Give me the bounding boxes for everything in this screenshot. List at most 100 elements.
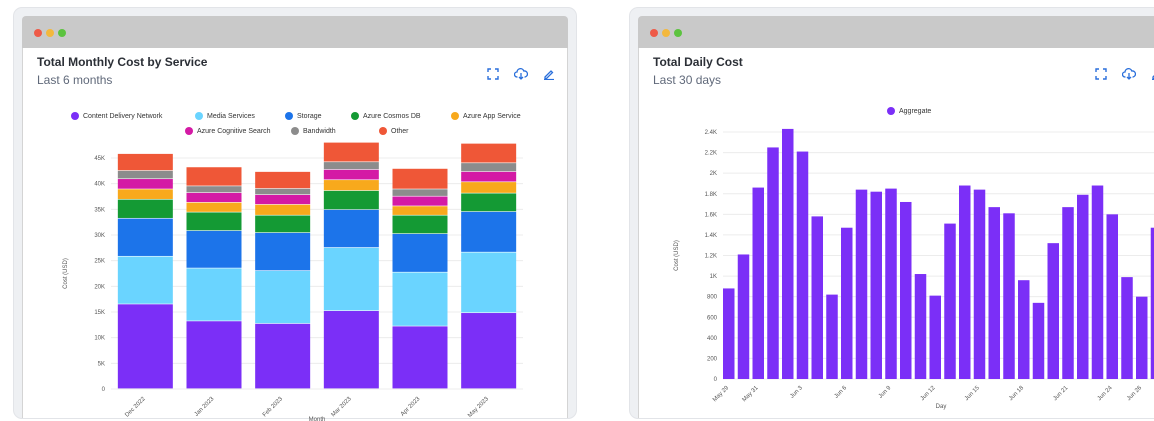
x-tick-label: May 31	[742, 385, 761, 404]
bar-segment	[255, 232, 311, 271]
bar	[782, 128, 794, 379]
bar-segment	[117, 179, 173, 189]
y-tick-label: 1.4K	[705, 233, 717, 239]
window-monthly-cost: Total Monthly Cost by Service Last 6 mon…	[14, 8, 576, 421]
bar-segment	[323, 162, 379, 170]
y-tick-label: 45K	[94, 156, 105, 162]
chart-panel-daily: Total Daily Cost Last 30 days Aggregate …	[638, 48, 1154, 418]
x-tick-label: Jun 26	[1126, 385, 1143, 402]
bar-segment	[323, 190, 379, 210]
bar-segment	[392, 168, 448, 189]
y-tick-label: 5K	[98, 361, 105, 367]
bar-segment	[186, 230, 242, 268]
y-tick-label: 30K	[94, 233, 105, 239]
bar	[841, 227, 853, 379]
y-tick-label: 2K	[710, 171, 717, 177]
close-window-dot[interactable]	[34, 29, 42, 37]
y-tick-label: 1K	[710, 274, 717, 280]
y-tick-label: 800	[707, 295, 718, 301]
x-tick-label: Jun 24	[1097, 385, 1114, 402]
bar	[1121, 277, 1133, 379]
x-tick-label: Feb 2023	[262, 396, 285, 419]
bar	[723, 288, 735, 379]
y-tick-label: 2.4K	[705, 130, 717, 136]
bar-segment	[117, 170, 173, 179]
bar-segment	[461, 313, 517, 389]
bar-segment	[323, 209, 379, 248]
bar-segment	[323, 180, 379, 191]
bar	[1136, 296, 1148, 379]
x-tick-label: Jun 15	[964, 385, 981, 402]
bar-segment	[392, 272, 448, 326]
bar-segment	[117, 256, 173, 304]
maximize-window-dot[interactable]	[58, 29, 66, 37]
bar	[1018, 280, 1030, 379]
x-tick-label: Dec 2022	[124, 396, 147, 419]
stacked-bar-chart: 0 5K 10K 15K 20K 25K 30K 35K 40K 45K Dec 2022 Jan 2…	[63, 142, 523, 421]
close-window-dot[interactable]	[650, 29, 658, 37]
bar	[1062, 207, 1074, 379]
bar	[1003, 213, 1015, 379]
bar-segment	[255, 323, 311, 389]
y-tick-label: 600	[707, 315, 718, 321]
bar-segment	[461, 252, 517, 313]
y-tick-label: 35K	[94, 207, 105, 213]
bar-segment	[323, 247, 379, 311]
x-tick-label: May 29	[712, 385, 731, 404]
x-tick-label: Jun 3	[789, 385, 804, 400]
window-titlebar	[22, 16, 568, 48]
bar	[737, 254, 750, 379]
bar-chart: 0 200 400 600 800 1K 1.2K 1.4K 1.6K 1.8K 2K 2.2K 2.4…	[674, 128, 1154, 410]
maximize-window-dot[interactable]	[674, 29, 682, 37]
bar-segment	[461, 182, 517, 193]
bar-segment	[117, 189, 173, 199]
x-tick-label: Apr 2023	[400, 396, 422, 418]
bar-segment	[117, 199, 173, 218]
bar-segment	[117, 153, 173, 171]
x-axis-label: Day	[936, 404, 947, 410]
bar	[767, 147, 779, 379]
bar-segment	[323, 169, 379, 180]
y-axis-label: Cost (USD)	[63, 258, 69, 289]
bar-segment	[392, 196, 448, 206]
x-tick-label: May 2023	[467, 396, 490, 419]
bar-segment	[461, 211, 517, 252]
bar	[900, 201, 912, 379]
bar-segment	[186, 167, 242, 186]
bar-segment	[255, 204, 311, 215]
x-tick-label: Jun 6	[834, 385, 849, 400]
x-tick-label: Jun 9	[878, 385, 893, 400]
bar-segment	[461, 193, 517, 212]
bar-segment	[117, 304, 173, 389]
bar-segment	[255, 188, 311, 195]
bar-segment	[255, 215, 311, 233]
bar-segment	[117, 218, 173, 256]
bar-segment	[255, 194, 311, 205]
bar-segment	[186, 192, 242, 203]
x-tick-label: Mar 2023	[331, 396, 354, 419]
y-tick-label: 25K	[94, 259, 105, 265]
bar-segment	[392, 326, 448, 389]
bar-segment	[461, 171, 517, 182]
bar	[870, 191, 882, 379]
x-tick-label: Jun 18	[1008, 385, 1025, 402]
bar	[929, 295, 941, 379]
y-tick-label: 10K	[94, 336, 105, 342]
x-tick-label: Jun 12	[920, 385, 937, 402]
y-tick-label: 0	[714, 377, 718, 383]
bar-segment	[461, 163, 517, 172]
y-tick-label: 40K	[94, 182, 105, 188]
bar	[796, 151, 809, 379]
bar	[1077, 194, 1089, 379]
bar	[1106, 214, 1118, 379]
bar-segment	[186, 212, 242, 231]
y-tick-label: 15K	[94, 310, 105, 316]
y-tick-label: 0	[102, 387, 106, 393]
window-daily-cost: Total Daily Cost Last 30 days Aggregate …	[630, 8, 1154, 418]
x-axis-label: Month	[309, 417, 326, 421]
minimize-window-dot[interactable]	[662, 29, 670, 37]
minimize-window-dot[interactable]	[46, 29, 54, 37]
bar	[1032, 302, 1045, 379]
chart-panel-monthly: Total Monthly Cost by Service Last 6 mon…	[22, 48, 568, 421]
bar	[944, 223, 956, 379]
